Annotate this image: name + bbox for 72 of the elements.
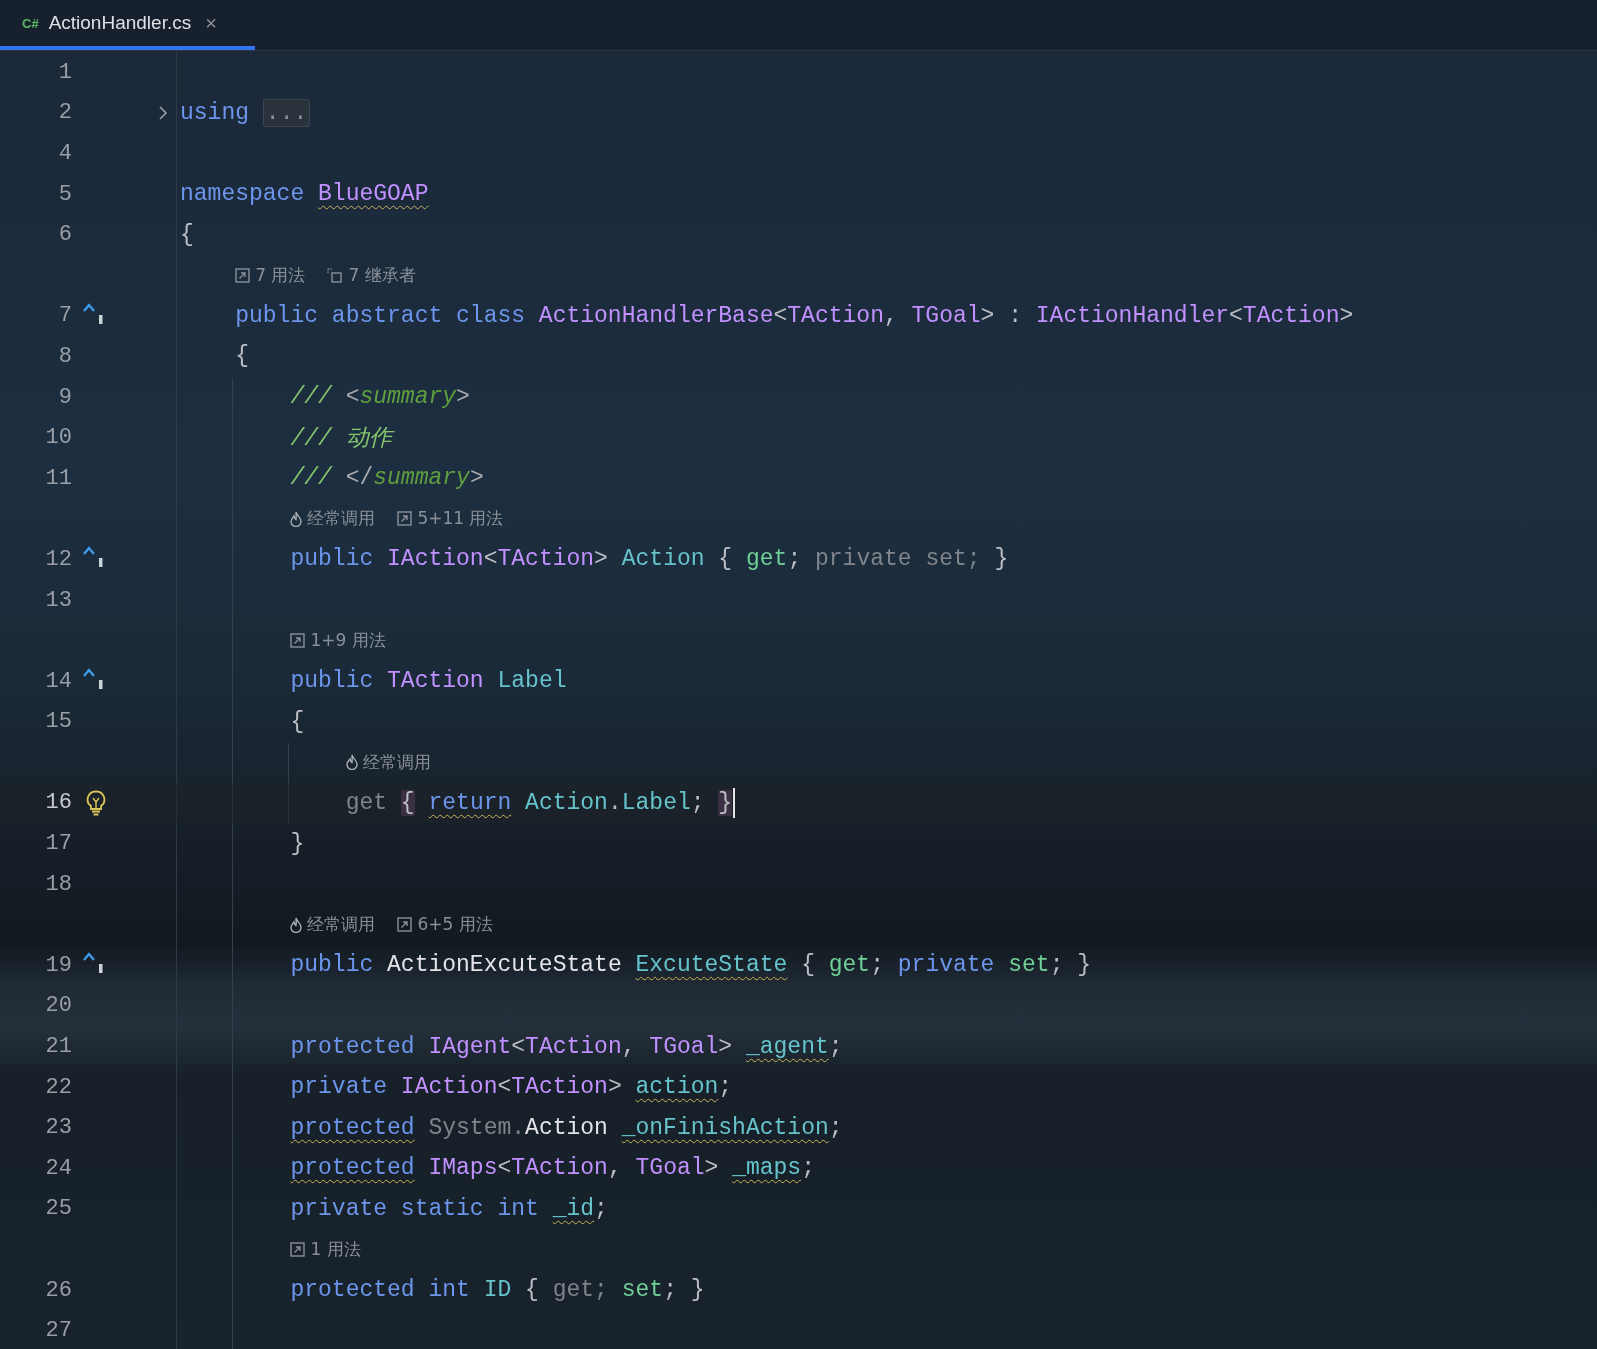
inlay-hint[interactable]: 经常调用 <box>290 913 376 937</box>
line-number: 27 <box>44 1318 72 1344</box>
line-number: 26 <box>44 1277 72 1303</box>
implemented-up-arrow-icon[interactable] <box>82 545 106 568</box>
code-line: namespace BlueGOAP <box>180 181 429 208</box>
code-line: public IAction<TAction> Action { get; private set; } <box>289 546 1009 573</box>
line-number: 11 <box>44 465 72 491</box>
code-line: private IAction<TAction> action; <box>289 1074 733 1101</box>
file-tab[interactable]: C# ActionHandler.cs × <box>0 0 255 50</box>
line-number: 9 <box>57 384 72 410</box>
arrow-box-icon <box>290 1242 306 1257</box>
fold-chevron-icon[interactable] <box>158 104 168 121</box>
inlay-hint[interactable]: 5+11 用法 <box>397 507 504 531</box>
line-number: 18 <box>44 871 72 897</box>
line-number: 14 <box>44 668 72 694</box>
code-line: } <box>289 830 305 857</box>
line-number: 10 <box>44 425 72 451</box>
line-number: 2 <box>57 100 72 126</box>
implemented-up-arrow-icon[interactable] <box>82 951 106 974</box>
line-number: 13 <box>44 587 72 613</box>
line-number: 12 <box>44 546 72 572</box>
code-line: public TAction Label <box>289 668 567 695</box>
arrow-box-icon <box>290 633 306 649</box>
csharp-file-icon: C# <box>22 15 39 31</box>
flame-icon <box>345 754 358 771</box>
line-number: 5 <box>57 181 72 207</box>
line-number: 16 <box>44 790 72 816</box>
code-line: public abstract class ActionHandlerBase<TAction, TGoal> : IActionHandler<TAction> <box>234 302 1354 329</box>
code-line: private static int _id; <box>289 1195 608 1222</box>
line-number: 20 <box>44 993 72 1019</box>
line-number: 4 <box>57 141 72 166</box>
line-number: 24 <box>44 1155 72 1181</box>
code-line: public ActionExcuteState ExcuteState { get; private set; } <box>289 952 1092 979</box>
code-line: { <box>289 708 305 735</box>
line-number: 19 <box>44 952 72 978</box>
arrow-box-icon <box>235 267 251 283</box>
line-number: 15 <box>44 709 72 735</box>
code-line: protected IAgent<TAction, TGoal> _agent; <box>289 1033 843 1060</box>
code-line: protected int ID { get; set; } <box>289 1277 705 1304</box>
arrow-box-icon <box>397 917 413 933</box>
inlay-hint[interactable]: 6+5 用法 <box>397 913 493 937</box>
line-number: 6 <box>57 222 72 248</box>
code-line: using ... <box>180 98 311 127</box>
flame-icon <box>290 510 303 527</box>
line-number: 17 <box>44 831 72 857</box>
line-number: 1 <box>57 59 72 85</box>
lightbulb-icon[interactable] <box>86 790 106 816</box>
code-line: /// <summary> <box>289 384 470 411</box>
inlay-hint[interactable]: 经常调用 <box>345 750 431 774</box>
flame-icon <box>290 916 303 933</box>
code-line: get { return Action.Label; } <box>180 788 736 818</box>
code-line: protected System.Action _onFinishAction; <box>289 1114 843 1141</box>
inlay-hint[interactable]: 1+9 用法 <box>290 629 386 653</box>
line-number: 7 <box>57 303 72 329</box>
inlay-hint[interactable]: 7 用法 <box>235 263 306 287</box>
line-number: 21 <box>44 1034 72 1060</box>
inlay-hint[interactable]: 1 用法 <box>290 1238 361 1261</box>
line-number: 8 <box>57 343 72 369</box>
line-number: 23 <box>44 1115 72 1141</box>
implemented-up-arrow-icon[interactable] <box>82 301 106 324</box>
line-number: 25 <box>44 1196 72 1222</box>
implemented-up-arrow-icon[interactable] <box>82 666 106 689</box>
code-line: protected IMaps<TAction, TGoal> _maps; <box>289 1155 815 1182</box>
code-line: /// </summary> <box>289 465 484 492</box>
line-number: 22 <box>44 1074 72 1100</box>
hierarchy-icon <box>327 267 344 283</box>
code-line: { <box>180 221 194 248</box>
arrow-box-icon <box>397 511 413 527</box>
inlay-hint[interactable]: 经常调用 <box>290 507 376 531</box>
close-tab-button[interactable]: × <box>201 11 221 35</box>
code-line: { <box>234 343 249 370</box>
inlay-hint[interactable]: 7 继承者 <box>327 263 416 287</box>
